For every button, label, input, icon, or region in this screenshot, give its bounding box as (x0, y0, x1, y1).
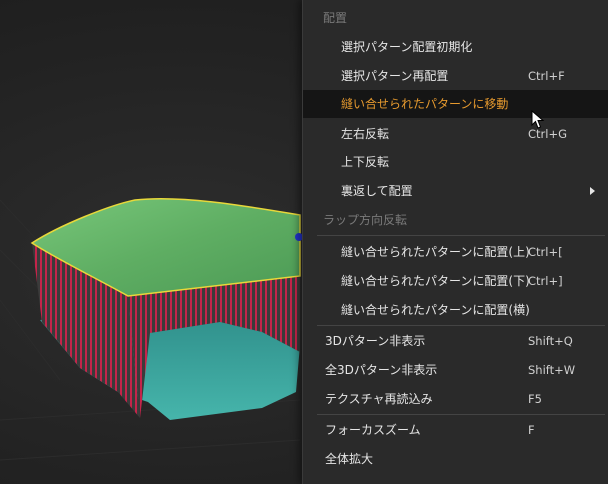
menu-item-label: 選択パターン再配置 (341, 69, 449, 83)
menu-item-shortcut: Ctrl+] (528, 274, 563, 288)
menu-item-shortcut: Ctrl+F (528, 69, 565, 83)
menu-separator (317, 325, 605, 326)
menu-header-arrange-label: 配置 (323, 11, 348, 25)
menu-item-label: 全3Dパターン非表示 (325, 363, 438, 377)
menu-item-hide-3d-pattern[interactable]: 3Dパターン非表示 Shift+Q (303, 327, 608, 355)
menu-item-zoom-all[interactable]: 全体拡大 (303, 445, 608, 473)
menu-item-arrange-sewn-side[interactable]: 縫い合せられたパターンに配置(横) (303, 296, 608, 324)
menu-item-label: 3Dパターン非表示 (325, 334, 426, 348)
menu-item-label: テクスチャ再読込み (325, 392, 433, 406)
menu-item-label: 縫い合せられたパターンに配置(横) (341, 303, 530, 317)
menu-item-label: 選択パターン配置初期化 (341, 40, 473, 54)
menu-header-wrap-label: ラップ方向反転 (323, 213, 408, 227)
menu-item-reload-texture[interactable]: テクスチャ再読込み F5 (303, 385, 608, 413)
menu-item-init-selected-arrangement[interactable]: 選択パターン配置初期化 (303, 33, 608, 61)
context-menu: 配置 選択パターン配置初期化 選択パターン再配置 Ctrl+F 縫い合せられたパ… (302, 0, 608, 484)
submenu-arrow-icon (590, 187, 595, 195)
menu-item-label: 裏返して配置 (341, 184, 413, 198)
menu-header-arrange: 配置 (303, 4, 608, 32)
menu-header-wrap-direction: ラップ方向反転 (303, 206, 608, 234)
menu-item-label: 縫い合せられたパターンに移動 (341, 97, 509, 111)
menu-item-focus-zoom[interactable]: フォーカスズーム F (303, 416, 608, 444)
menu-separator (317, 414, 605, 415)
mouse-pointer-icon (531, 110, 545, 129)
menu-item-label: 上下反転 (341, 155, 390, 169)
menu-item-flip-vertical[interactable]: 上下反転 (303, 148, 608, 176)
menu-item-shortcut: Shift+Q (528, 334, 573, 348)
menu-item-reposition-selected[interactable]: 選択パターン再配置 Ctrl+F (303, 62, 608, 90)
menu-item-label: 縫い合せられたパターンに配置(上) (341, 245, 530, 259)
menu-item-shortcut: F (528, 423, 535, 437)
menu-item-shortcut: Ctrl+[ (528, 245, 563, 259)
menu-item-label: 全体拡大 (325, 452, 374, 466)
menu-item-shortcut: F5 (528, 392, 542, 406)
menu-item-move-to-sewn-pattern[interactable]: 縫い合せられたパターンに移動 (303, 90, 608, 118)
menu-item-flip-and-arrange[interactable]: 裏返して配置 (303, 177, 608, 205)
menu-item-hide-all-3d-patterns[interactable]: 全3Dパターン非表示 Shift+W (303, 356, 608, 384)
menu-item-label: フォーカスズーム (325, 423, 421, 437)
menu-separator (317, 235, 605, 236)
menu-item-arrange-sewn-top[interactable]: 縫い合せられたパターンに配置(上) Ctrl+[ (303, 238, 608, 266)
menu-item-flip-horizontal[interactable]: 左右反転 Ctrl+G (303, 120, 608, 148)
menu-item-label: 左右反転 (341, 127, 390, 141)
menu-item-arrange-sewn-bottom[interactable]: 縫い合せられたパターンに配置(下) Ctrl+] (303, 267, 608, 295)
menu-item-shortcut: Shift+W (528, 363, 576, 377)
menu-item-label: 縫い合せられたパターンに配置(下) (341, 274, 530, 288)
